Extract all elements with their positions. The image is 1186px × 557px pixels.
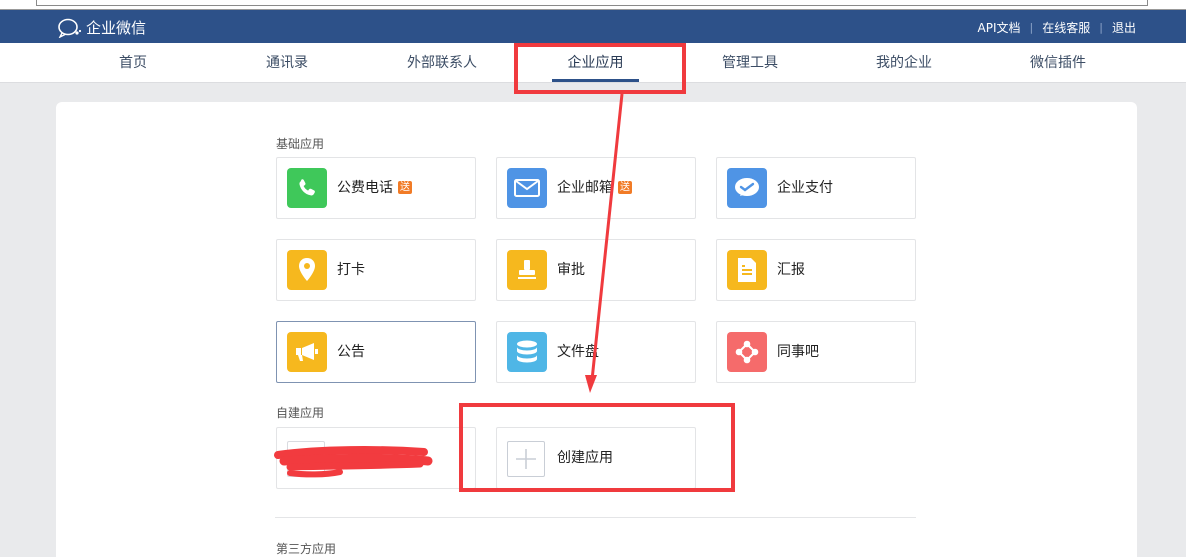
network-icon [727,332,767,372]
nav-active-underline [552,79,639,82]
app-name: 汇报 [777,262,805,278]
section-title-basic: 基础应用 [276,137,325,151]
online-support-link[interactable]: 在线客服 [1042,19,1090,36]
report-icon [727,250,767,290]
app-tile-file-drive[interactable]: 文件盘 [496,321,696,383]
stamp-icon [507,250,547,290]
app-tile-enterprise-mail[interactable]: 企业邮箱送 [496,157,696,219]
database-icon [507,332,547,372]
pay-icon [727,168,767,208]
phone-icon [287,168,327,208]
custom-app-icon [287,441,325,477]
gift-badge: 送 [398,181,412,194]
app-tile-custom-redacted[interactable] [276,427,476,489]
app-name: 同事吧 [777,344,819,360]
nav-home[interactable]: 首页 [93,43,173,83]
section-divider [275,517,916,518]
logo[interactable]: 企业微信 [56,17,146,38]
create-app-button[interactable]: 创建应用 [496,427,696,489]
nav-my-enterprise[interactable]: 我的企业 [863,43,945,83]
app-name: 审批 [557,262,585,278]
top-header: 企业微信 API文档 | 在线客服 | 退出 [0,10,1186,43]
nav-enterprise-apps[interactable]: 企业应用 [552,43,639,83]
megaphone-icon [287,332,327,372]
nav-management-tools[interactable]: 管理工具 [709,43,791,83]
app-tile-approval[interactable]: 审批 [496,239,696,301]
location-pin-icon [287,250,327,290]
logo-text: 企业微信 [86,19,147,37]
nav-wechat-plugin[interactable]: 微信插件 [1017,43,1099,83]
app-tile-check-in[interactable]: 打卡 [276,239,476,301]
app-tile-enterprise-pay[interactable]: 企业支付 [716,157,916,219]
logout-link[interactable]: 退出 [1112,19,1136,36]
app-tile-colleague-bar[interactable]: 同事吧 [716,321,916,383]
main-nav: 首页 通讯录 外部联系人 企业应用 管理工具 我的企业 微信插件 [0,43,1186,83]
plus-icon [507,441,545,477]
app-name: 企业支付 [777,180,833,196]
mail-icon [507,168,547,208]
gift-badge: 送 [618,181,632,194]
app-name: 文件盘 [557,344,599,360]
app-name: 公告 [337,344,365,360]
app-tile-announcement[interactable]: 公告 [276,321,476,383]
browser-top-strip [0,0,1186,10]
create-app-label: 创建应用 [557,450,613,466]
app-tile-public-phone[interactable]: 公费电话送 [276,157,476,219]
app-name: 打卡 [337,262,365,278]
nav-contacts[interactable]: 通讯录 [247,43,327,83]
app-name: 企业邮箱送 [557,180,632,196]
app-name: 公费电话送 [337,180,412,196]
section-title-custom: 自建应用 [276,406,325,420]
section-title-third-party: 第三方应用 [276,542,337,556]
app-tile-report[interactable]: 汇报 [716,239,916,301]
api-docs-link[interactable]: API文档 [978,19,1021,36]
nav-external-contacts[interactable]: 外部联系人 [396,43,488,83]
top-links: API文档 | 在线客服 | 退出 [977,19,1136,36]
wecom-logo-icon [58,18,82,38]
